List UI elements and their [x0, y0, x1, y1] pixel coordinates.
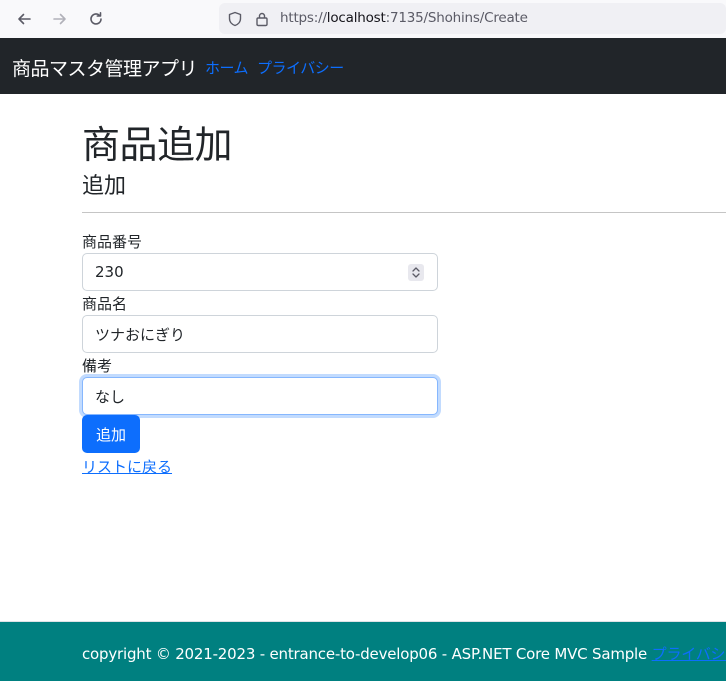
footer: copyright © 2021-2023 - entrance-to-deve… — [0, 621, 726, 681]
nav-link-home[interactable]: ホーム — [205, 57, 249, 78]
product-name-label: 商品名 — [82, 295, 128, 313]
product-name-input[interactable]: ツナおにぎり — [82, 315, 438, 353]
product-name-value: ツナおにぎり — [95, 325, 186, 344]
app-navbar: 商品マスタ管理アプリ ホーム プライバシー — [0, 38, 726, 94]
url-text: https://localhost:7135/Shohins/Create — [280, 10, 528, 26]
remarks-input[interactable]: なし — [82, 377, 438, 415]
lock-icon[interactable] — [254, 11, 270, 27]
add-button[interactable]: 追加 — [82, 415, 140, 453]
footer-text: copyright © 2021-2023 - entrance-to-deve… — [82, 643, 726, 664]
nav-link-privacy[interactable]: プライバシー — [257, 57, 344, 78]
divider — [82, 212, 726, 213]
copyright-text: copyright © 2021-2023 - entrance-to-deve… — [82, 645, 648, 663]
footer-privacy-link[interactable]: プライバシー — [652, 645, 726, 663]
remarks-value: なし — [95, 387, 126, 406]
url-host: localhost — [326, 10, 386, 26]
navbar-brand[interactable]: 商品マスタ管理アプリ — [12, 54, 198, 81]
product-number-value: 230 — [95, 263, 124, 281]
url-path: :7135/Shohins/Create — [385, 10, 528, 26]
spinner-icon[interactable] — [408, 264, 424, 281]
page-subtitle: 追加 — [82, 174, 127, 199]
forward-arrow-icon[interactable] — [48, 7, 72, 31]
back-arrow-icon[interactable] — [12, 7, 36, 31]
product-number-input[interactable]: 230 — [82, 253, 438, 291]
reload-icon[interactable] — [84, 7, 108, 31]
page-title: 商品追加 — [82, 123, 233, 167]
product-number-label: 商品番号 — [82, 233, 143, 251]
back-to-list-link[interactable]: リストに戻る — [82, 456, 172, 477]
shield-icon[interactable] — [227, 11, 243, 27]
remarks-label: 備考 — [82, 357, 113, 375]
address-bar[interactable]: https://localhost:7135/Shohins/Create — [219, 3, 726, 34]
url-scheme: https:// — [280, 10, 327, 26]
browser-toolbar: https://localhost:7135/Shohins/Create — [0, 0, 726, 38]
